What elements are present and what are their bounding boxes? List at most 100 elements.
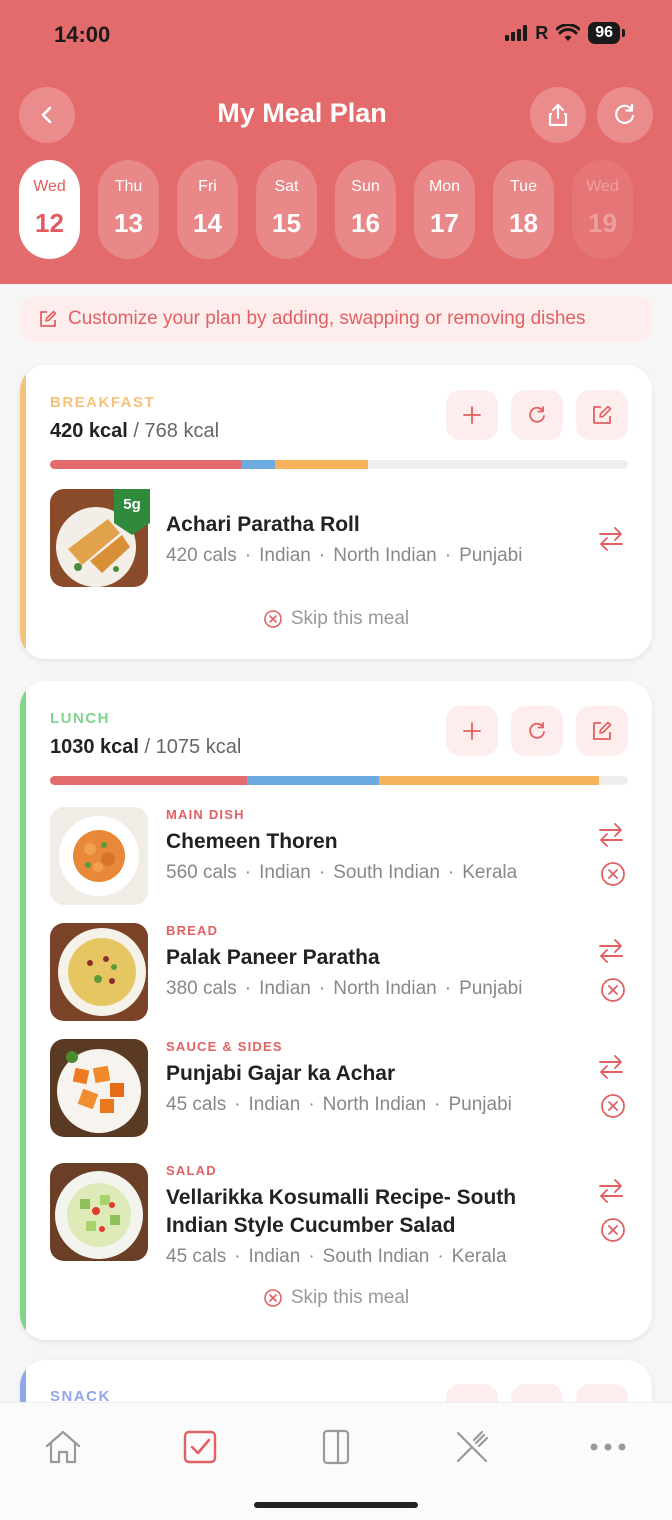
- day-mon-17[interactable]: Mon 17: [414, 160, 475, 259]
- day-name: Thu: [114, 178, 143, 195]
- dish-tag: South Indian: [333, 862, 440, 883]
- swap-icon[interactable]: [596, 821, 626, 849]
- remove-dish-icon[interactable]: [600, 1217, 626, 1243]
- nav-recipes[interactable]: [314, 1425, 358, 1469]
- swap-icon[interactable]: [596, 937, 626, 965]
- day-fri-14[interactable]: Fri 14: [177, 160, 238, 259]
- dish-thumbnail: [50, 1163, 148, 1261]
- day-number: 15: [272, 208, 301, 238]
- swap-icon[interactable]: [596, 1177, 626, 1205]
- lunch-accent: [20, 681, 26, 1340]
- dish-text: MAIN DISH Chemeen Thoren 560 cals · Indian…: [166, 807, 570, 884]
- day-wed-12[interactable]: Wed 12: [19, 160, 80, 259]
- carrier-label: R: [535, 22, 549, 43]
- day-tue-18[interactable]: Tue 18: [493, 160, 554, 259]
- lunch-card: LUNCH 1030 kcal / 1075 kcal MAIN DISH Ch…: [20, 681, 652, 1340]
- nav-more[interactable]: [586, 1425, 630, 1469]
- home-indicator: [254, 1502, 418, 1508]
- dish-item[interactable]: SALAD Vellarikka Kosumalli Recipe- South…: [50, 1163, 630, 1273]
- refresh-icon: [529, 406, 545, 423]
- dish-tag: Kerala: [462, 862, 518, 883]
- day-name: Tue: [510, 178, 537, 195]
- edit-meal-button[interactable]: [576, 390, 628, 440]
- edit-meal-button[interactable]: [576, 706, 628, 756]
- share-button[interactable]: [530, 87, 586, 143]
- day-thu-13[interactable]: Thu 13: [98, 160, 159, 259]
- customize-banner[interactable]: Customize your plan by adding, swapping …: [20, 296, 652, 342]
- day-number: 12: [35, 208, 64, 238]
- regenerate-meal-button[interactable]: [511, 706, 563, 756]
- protein-badge: 5g: [114, 489, 150, 535]
- dish-tag: Indian: [259, 545, 311, 566]
- status-bar: 14:00 R 96: [0, 0, 672, 70]
- lunch-kcal: 1030 kcal / 1075 kcal: [50, 736, 241, 759]
- kcal-target: / 1075 kcal: [144, 736, 242, 758]
- day-sun-16[interactable]: Sun 16: [335, 160, 396, 259]
- close-circle-icon: [264, 1289, 282, 1307]
- add-dish-button[interactable]: [446, 390, 498, 440]
- kcal-value: 1030 kcal: [50, 736, 139, 758]
- lunch-actions: [446, 706, 628, 756]
- dish-category: MAIN DISH: [166, 807, 245, 822]
- page-title: My Meal Plan: [217, 98, 387, 128]
- skip-meal-button[interactable]: Skip this meal: [20, 608, 652, 630]
- dish-item[interactable]: 5g Achari Paratha Roll 420 cals · Indian · N…: [50, 489, 630, 589]
- refresh-icon: [615, 103, 635, 124]
- breakfast-kcal: 420 kcal / 768 kcal: [50, 420, 219, 443]
- refresh-button[interactable]: [597, 87, 653, 143]
- dish-tag: Indian: [259, 862, 311, 883]
- edit-icon: [593, 405, 612, 424]
- cucumber-salad-image: [50, 1163, 148, 1261]
- kcal-target: / 768 kcal: [133, 420, 220, 442]
- skip-meal-label: Skip this meal: [290, 608, 410, 629]
- remove-dish-icon[interactable]: [600, 1093, 626, 1119]
- progress-segment-blue: [246, 776, 380, 785]
- dish-cals: 45 cals: [166, 1094, 227, 1115]
- dish-thumbnail: [50, 923, 148, 1021]
- edit-icon: [593, 721, 612, 740]
- dish-tag: Indian: [248, 1094, 301, 1115]
- swap-icon[interactable]: [596, 525, 626, 553]
- nav-plan[interactable]: [178, 1425, 222, 1469]
- day-sat-15[interactable]: Sat 15: [256, 160, 317, 259]
- nav-dining[interactable]: [450, 1425, 494, 1469]
- remove-dish-icon[interactable]: [600, 977, 626, 1003]
- share-icon: [548, 103, 568, 127]
- progress-segment-orange: [275, 460, 368, 469]
- dish-meta: 420 cals · Indian · North Indian · Punjabi: [166, 545, 523, 566]
- utensils-icon: [456, 1430, 489, 1463]
- dish-cals: 420 cals: [166, 545, 237, 566]
- swap-icon[interactable]: [596, 1053, 626, 1081]
- day-wed-19[interactable]: Wed 19: [572, 160, 633, 259]
- more-icon: [590, 1443, 626, 1451]
- book-icon: [322, 1429, 350, 1465]
- dish-item[interactable]: SAUCE & SIDES Punjabi Gajar ka Achar 45 …: [50, 1039, 630, 1139]
- day-number: 17: [430, 208, 459, 238]
- plus-icon: [463, 722, 481, 740]
- breakfast-progress: [50, 460, 628, 469]
- checklist-icon: [183, 1430, 217, 1464]
- status-time: 14:00: [54, 22, 111, 47]
- wifi-icon: [556, 24, 581, 41]
- nav-home[interactable]: [41, 1425, 85, 1469]
- skip-meal-button[interactable]: Skip this meal: [20, 1287, 652, 1309]
- status-icons: R 96: [505, 22, 625, 44]
- add-dish-button[interactable]: [446, 706, 498, 756]
- dish-meta: 45 cals · Indian · South Indian · Kerala: [166, 1246, 507, 1267]
- day-number: 13: [114, 208, 143, 238]
- dish-name: Punjabi Gajar ka Achar: [166, 1062, 396, 1085]
- header: 14:00 R 96 My Meal Plan Wed 12 Thu 13 Fr…: [0, 0, 672, 284]
- battery-icon: 96: [588, 22, 625, 44]
- skip-meal-label: Skip this meal: [290, 1287, 410, 1308]
- regenerate-meal-button[interactable]: [511, 390, 563, 440]
- dish-tag: North Indian: [333, 978, 437, 999]
- day-number: 18: [509, 208, 538, 238]
- progress-segment-red: [50, 460, 241, 469]
- dish-tag: North Indian: [333, 545, 437, 566]
- kcal-value: 420 kcal: [50, 420, 128, 442]
- dish-tag: Punjabi: [448, 1094, 512, 1115]
- dish-item[interactable]: MAIN DISH Chemeen Thoren 560 cals · Indian…: [50, 807, 630, 907]
- day-name: Wed: [33, 178, 66, 195]
- remove-dish-icon[interactable]: [600, 861, 626, 887]
- dish-item[interactable]: BREAD Palak Paneer Paratha 380 cals · Indi…: [50, 923, 630, 1023]
